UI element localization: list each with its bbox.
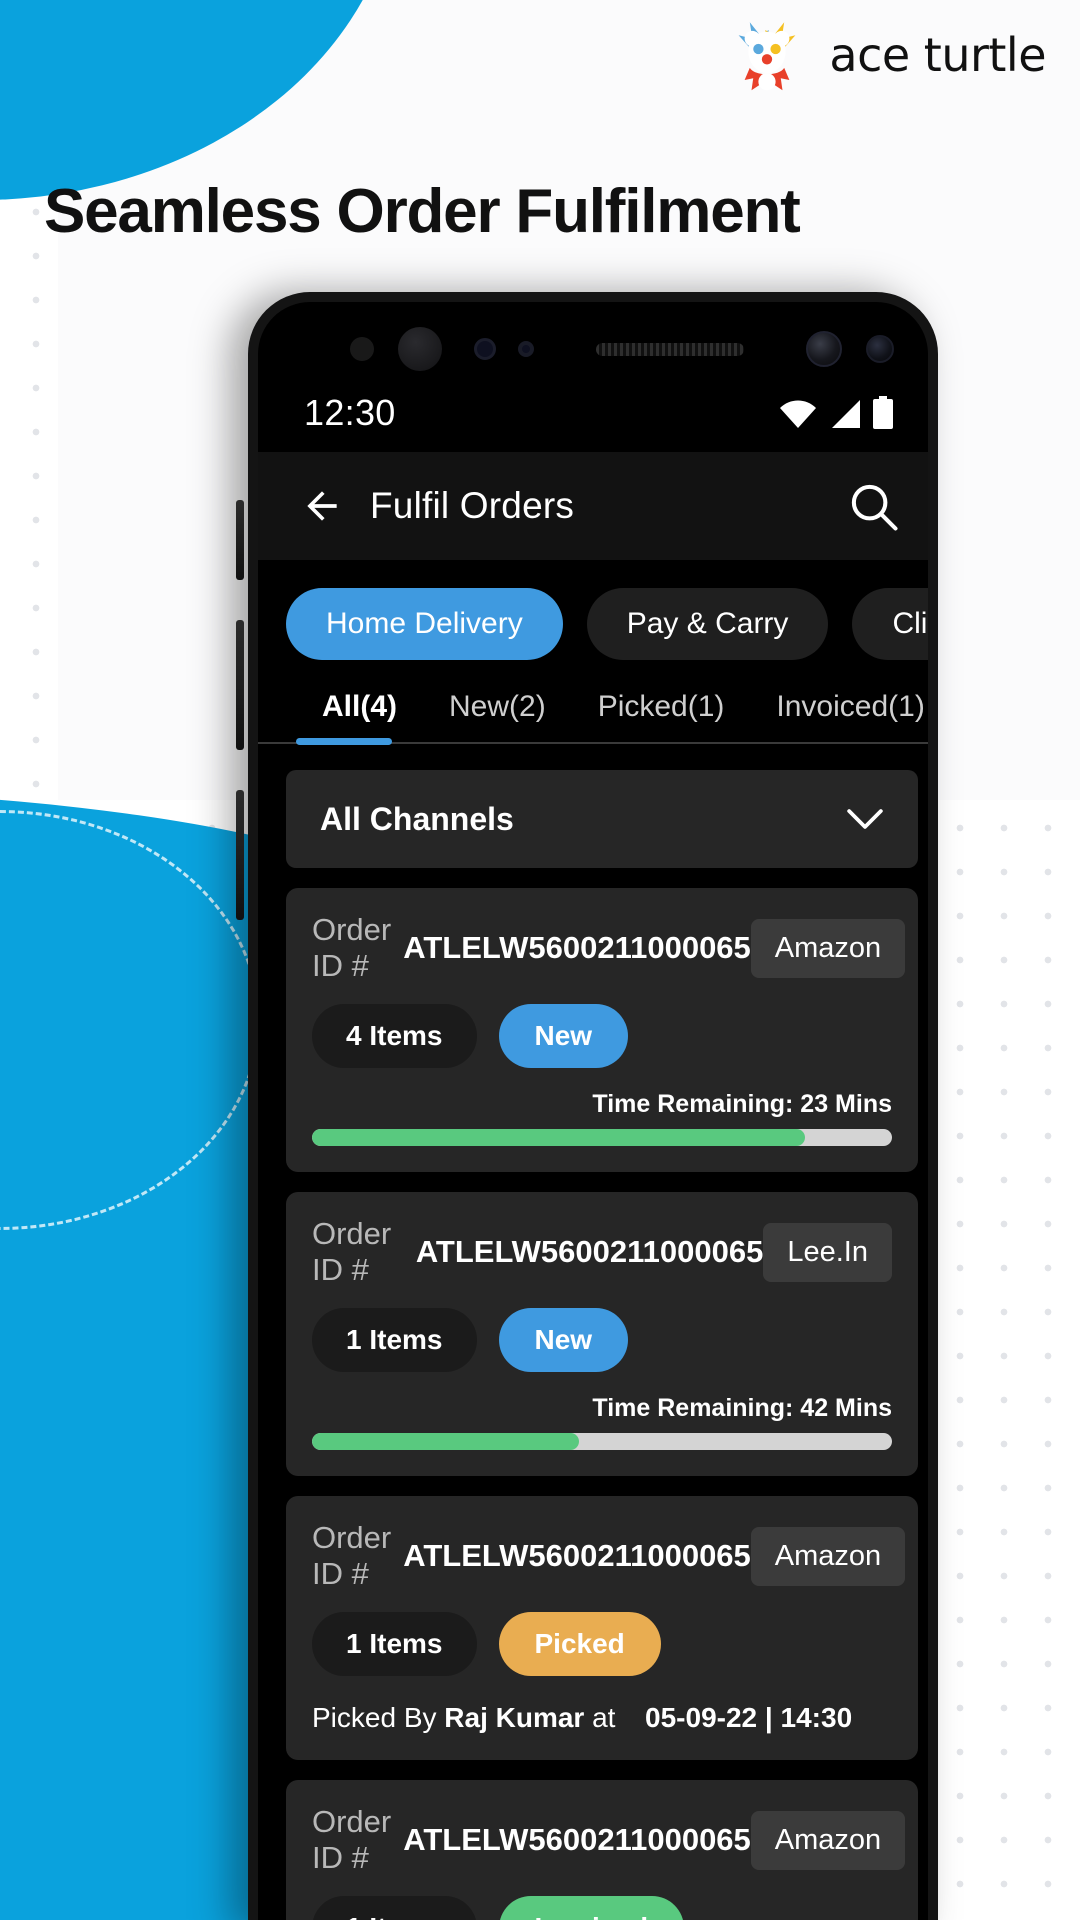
earpiece-speaker-icon xyxy=(596,342,744,356)
order-action-person: Raj Kumar xyxy=(444,1702,585,1733)
screen-content: Home Delivery Pay & Carry Click & Collec… xyxy=(258,560,928,1920)
order-card-header: Order ID # ATLELW5600211000065 Lee.In xyxy=(312,1216,892,1288)
order-id-value: ATLELW5600211000065 xyxy=(403,930,751,965)
order-item-count: 1 Items xyxy=(312,1308,477,1372)
phone-side-button-volume xyxy=(236,620,244,750)
order-card-meta: 4 Items New xyxy=(312,1004,892,1068)
order-time-remaining: Time Remaining: 23 Mins xyxy=(592,1090,892,1118)
chip-home-delivery[interactable]: Home Delivery xyxy=(286,588,563,660)
order-action-separator: | xyxy=(764,1702,773,1733)
wifi-icon xyxy=(780,400,816,428)
status-icon-group xyxy=(778,396,894,430)
status-tab-row[interactable]: All(4) New(2) Picked(1) Invoiced(1) xyxy=(258,660,928,745)
brand-logo: ace turtle xyxy=(723,18,1046,92)
order-card-meta: 1 Items Picked xyxy=(312,1612,892,1676)
order-channel-badge: Amazon xyxy=(750,1526,906,1586)
order-card-meta: 1 Items New xyxy=(312,1308,892,1372)
order-card-header: Order ID # ATLELW5600211000065 Amazon xyxy=(312,1804,906,1876)
front-camera-icon xyxy=(806,331,842,367)
tab-new[interactable]: New(2) xyxy=(423,690,572,742)
signal-icon xyxy=(832,400,860,428)
sensor-dot-icon xyxy=(350,337,374,361)
order-channel-badge: Amazon xyxy=(750,918,906,978)
order-progress-bar xyxy=(312,1129,892,1146)
ir-sensor-icon xyxy=(474,338,496,360)
tab-active-indicator xyxy=(296,738,392,745)
order-progress-bar xyxy=(312,1433,892,1450)
app-bar-title: Fulfil Orders xyxy=(370,485,575,526)
order-card-header: Order ID # ATLELW5600211000065 Amazon xyxy=(312,912,906,984)
back-arrow-icon[interactable] xyxy=(300,484,344,528)
order-item-count: 1 Items xyxy=(312,1612,477,1676)
status-bar: 12:30 xyxy=(258,382,928,444)
order-card[interactable]: Order ID # ATLELW5600211000065 Lee.In 1 … xyxy=(286,1192,918,1476)
order-id-label: Order ID # xyxy=(312,912,392,983)
order-id-label: Order ID # xyxy=(312,1804,392,1875)
phone-sensor-bar xyxy=(258,326,928,372)
chip-click-and-collect[interactable]: Click & Collect xyxy=(852,588,928,660)
order-id-value: ATLELW5600211000065 xyxy=(415,1234,764,1269)
search-icon[interactable] xyxy=(846,479,900,533)
order-action-date: 05-09-22 xyxy=(645,1702,758,1733)
order-status-badge: New xyxy=(498,1004,629,1068)
order-status-badge: Picked xyxy=(498,1612,661,1676)
light-sensor-icon xyxy=(518,341,534,357)
order-item-count: 4 Items xyxy=(312,1004,477,1068)
order-id-label: Order ID # xyxy=(312,1520,392,1591)
order-action-time: 14:30 xyxy=(780,1702,853,1733)
order-action-meta: Picked By Raj Kumar at 05-09-22 | 14:30 xyxy=(312,1702,892,1734)
phone-screen: 12:30 Fulfil Orders Home Delivery Pay & … xyxy=(258,302,928,1920)
order-action-prefix: Picked By xyxy=(312,1702,437,1733)
order-card[interactable]: Order ID # ATLELW5600211000065 Amazon 1 … xyxy=(286,1496,918,1760)
chevron-down-icon[interactable] xyxy=(846,807,884,831)
app-bar: Fulfil Orders xyxy=(258,452,928,560)
secondary-camera-icon xyxy=(866,335,894,363)
chip-pay-and-carry[interactable]: Pay & Carry xyxy=(586,588,829,660)
order-id-value: ATLELW5600211000065 xyxy=(403,1822,751,1857)
status-clock: 12:30 xyxy=(304,392,396,433)
tab-invoiced[interactable]: Invoiced(1) xyxy=(750,690,928,742)
order-channel-badge: Lee.In xyxy=(763,1222,892,1282)
ace-turtle-mark-icon xyxy=(738,22,796,91)
tab-all[interactable]: All(4) xyxy=(296,690,423,742)
battery-icon xyxy=(873,396,893,429)
channel-filter-dropdown[interactable]: All Channels xyxy=(286,770,918,868)
order-channel-badge: Amazon xyxy=(750,1810,906,1870)
delivery-type-chip-row[interactable]: Home Delivery Pay & Carry Click & Collec… xyxy=(258,560,928,660)
page-title: Seamless Order Fulfilment xyxy=(44,177,801,246)
order-time-remaining: Time Remaining: 42 Mins xyxy=(592,1394,892,1422)
order-item-count: 1 Items xyxy=(312,1896,477,1920)
order-status-badge: Invoiced xyxy=(498,1896,685,1920)
tab-picked[interactable]: Picked(1) xyxy=(572,690,751,742)
proximity-sensor-icon xyxy=(398,327,442,371)
phone-side-button-mute xyxy=(236,500,244,580)
order-card-meta: 1 Items Invoiced xyxy=(312,1896,892,1920)
phone-mockup: 12:30 Fulfil Orders Home Delivery Pay & … xyxy=(248,292,938,1920)
brand-logo-text: ace turtle xyxy=(829,28,1046,82)
order-id-value: ATLELW5600211000065 xyxy=(403,1538,751,1573)
order-card[interactable]: Order ID # ATLELW5600211000065 Amazon 4 … xyxy=(286,888,918,1172)
order-id-label: Order ID # xyxy=(312,1216,392,1287)
channel-filter-value: All Channels xyxy=(320,800,514,837)
order-action-mid: at xyxy=(592,1702,616,1733)
order-card-header: Order ID # ATLELW5600211000065 Amazon xyxy=(312,1520,906,1592)
phone-side-button-power xyxy=(236,790,244,920)
order-status-badge: New xyxy=(498,1308,629,1372)
order-card[interactable]: Order ID # ATLELW5600211000065 Amazon 1 … xyxy=(286,1780,918,1920)
